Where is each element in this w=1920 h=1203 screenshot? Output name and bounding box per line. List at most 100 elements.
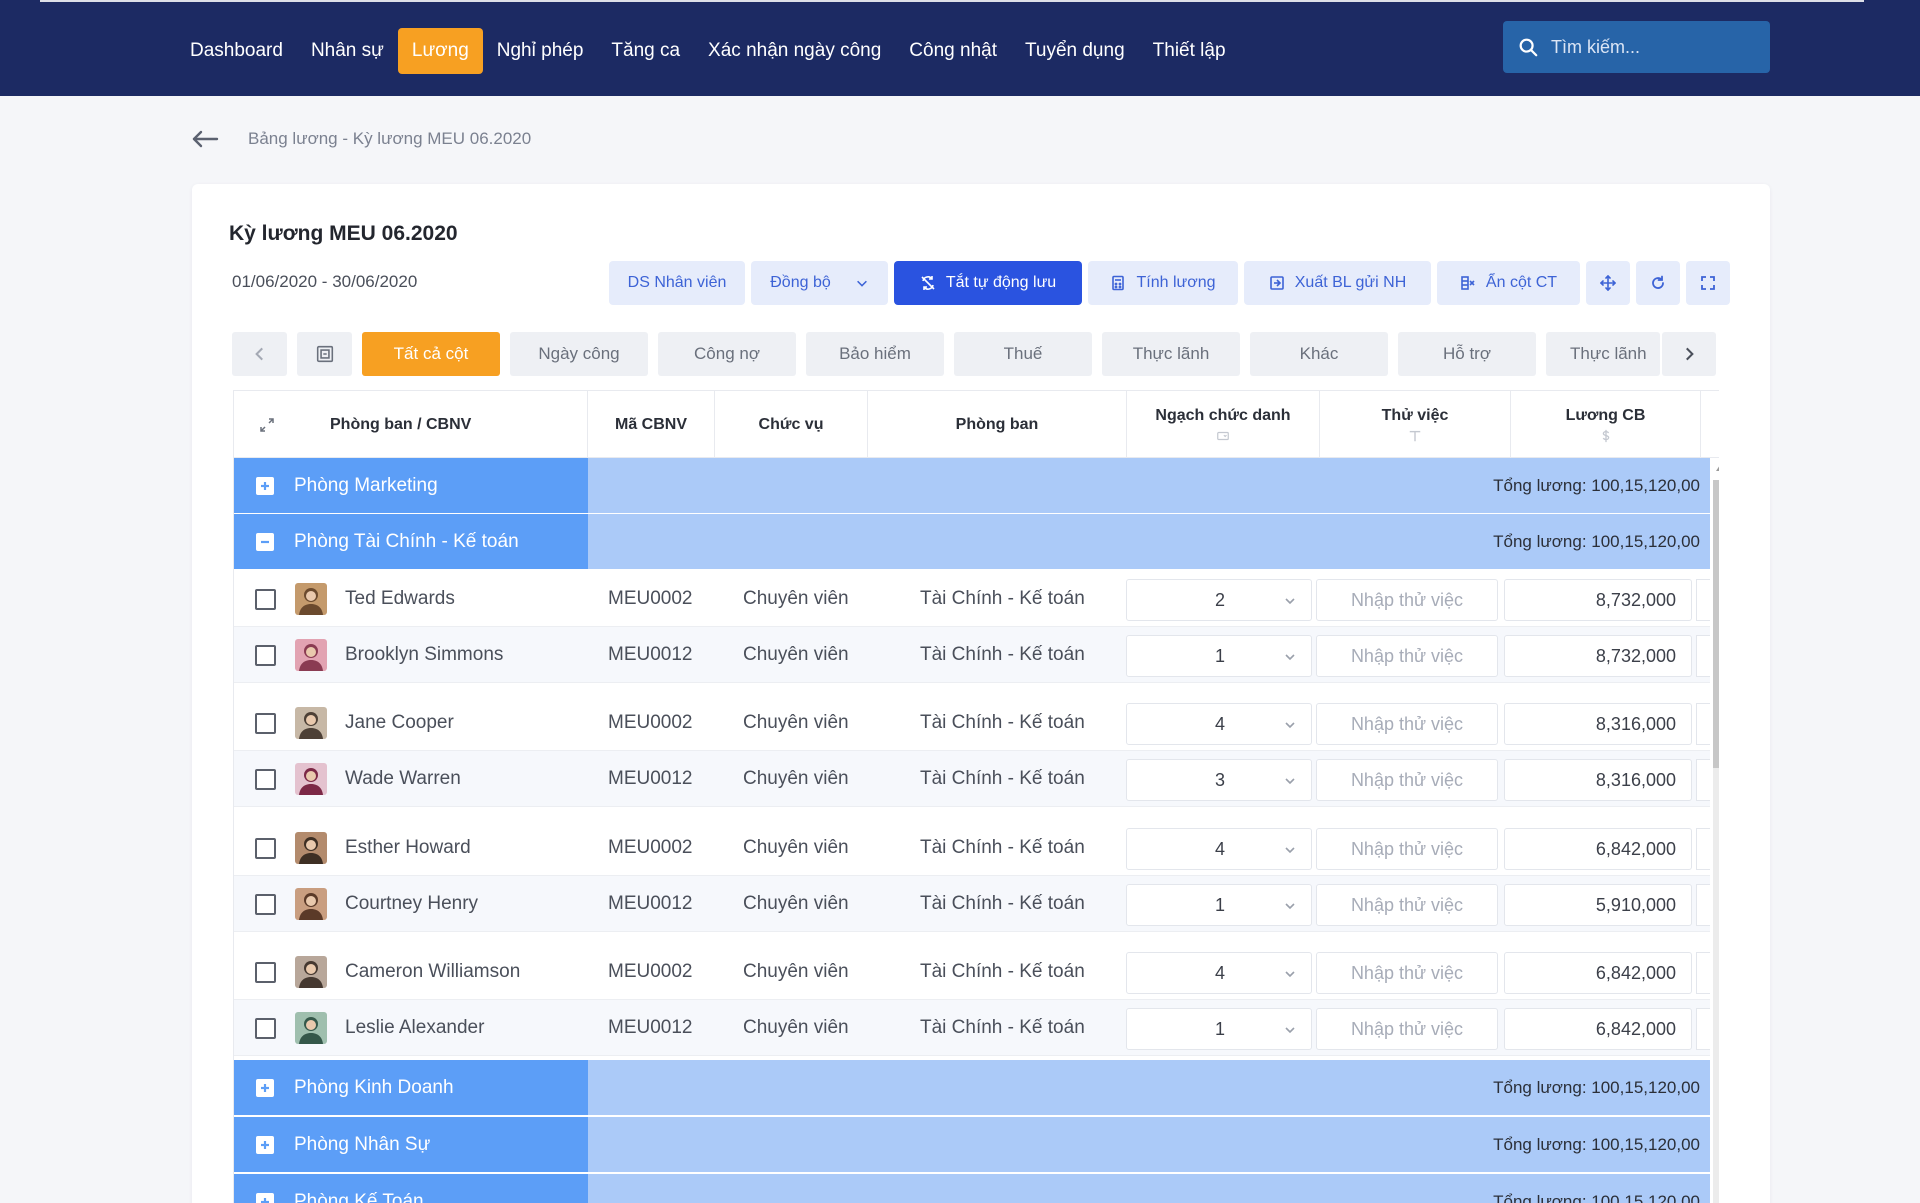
employee-list-button[interactable]: DS Nhân viên [609,261,745,305]
export-to-bank-button[interactable]: Xuất BL gửi NH [1244,261,1431,305]
refresh-button[interactable] [1636,261,1680,305]
column-tab[interactable]: Hỗ trợ [1398,332,1536,376]
probation-input[interactable] [1316,635,1498,677]
column-tab[interactable]: Ngày công [510,332,648,376]
sync-dropdown-button[interactable]: Đồng bộ [751,261,888,305]
base-salary-field[interactable]: 6,842,000 [1504,828,1692,870]
grade-select[interactable]: 3 [1126,759,1312,801]
employee-position: Chuyên viên [743,644,849,665]
grade-select[interactable]: 1 [1126,884,1312,926]
search-input[interactable] [1551,36,1751,58]
avatar [295,707,327,739]
scrollbar-thumb[interactable] [1713,480,1719,768]
grade-select[interactable]: 1 [1126,635,1312,677]
header-code: Mã CBNV [588,391,715,458]
vertical-scrollbar[interactable] [1710,458,1719,1203]
department-group-row[interactable]: Phòng Kế Toán Tổng lương: 100,15,120,00 [234,1174,1710,1203]
avatar [295,583,327,615]
move-button[interactable] [1586,261,1630,305]
base-salary-field[interactable]: 8,732,000 [1504,635,1692,677]
employee-code: MEU0012 [608,644,693,665]
department-group-row[interactable]: Phòng Tài Chính - Kế toán Tổng lương: 100… [234,514,1710,569]
probation-input[interactable] [1316,952,1498,994]
tabs-select-columns-button[interactable] [297,332,352,376]
expand-plus-icon[interactable] [255,1078,275,1098]
tabs-next-button[interactable] [1662,332,1716,376]
row-checkbox[interactable] [255,838,276,859]
employee-name: Jane Cooper [345,712,454,733]
expand-plus-icon[interactable] [255,1135,275,1155]
base-salary-field[interactable]: 8,316,000 [1504,759,1692,801]
column-tab[interactable]: Bảo hiểm [806,332,944,376]
row-checkbox[interactable] [255,962,276,983]
employee-department: Tài Chính - Kế toán [920,712,1085,733]
scroll-up-icon[interactable] [1715,464,1719,472]
column-tab[interactable]: Thực lãnh [1546,332,1660,376]
employee-list-label: DS Nhân viên [627,274,727,291]
grade-select[interactable]: 4 [1126,703,1312,745]
probation-input[interactable] [1316,828,1498,870]
probation-input[interactable] [1316,759,1498,801]
grade-select[interactable]: 2 [1126,579,1312,621]
department-total-salary: Tổng lương: 100,15,120,00 [1493,1078,1700,1097]
row-checkbox[interactable] [255,645,276,666]
collapse-minus-icon[interactable] [255,532,275,552]
column-tab[interactable]: Thuế [954,332,1092,376]
row-checkbox[interactable] [255,894,276,915]
table-row: Courtney Henry MEU0012 Chuyên viên Tài Chín… [234,876,1716,932]
department-group-toggle[interactable]: Phòng Tài Chính - Kế toán [234,514,588,569]
nav-item[interactable]: Thiết lập [1139,28,1240,74]
calculate-salary-button[interactable]: Tính lương [1088,261,1238,305]
avatar [295,1012,327,1044]
auto-save-label: Tắt tự động lưu [945,274,1057,291]
row-checkbox[interactable] [255,713,276,734]
auto-save-toggle-button[interactable]: Tắt tự động lưu [894,261,1082,305]
department-group-toggle[interactable]: Phòng Marketing [234,458,588,513]
nav-item[interactable]: Công nhật [895,28,1011,74]
grade-select[interactable]: 1 [1126,1008,1312,1050]
nav-item[interactable]: Tăng ca [597,28,694,74]
expand-plus-icon[interactable] [255,476,275,496]
search-box[interactable] [1503,21,1770,73]
base-salary-field[interactable]: 6,842,000 [1504,952,1692,994]
fullscreen-icon [1701,276,1715,290]
fullscreen-button[interactable] [1686,261,1730,305]
row-checkbox[interactable] [255,1018,276,1039]
hide-columns-label: Ẩn cột CT [1485,274,1558,291]
nav-item[interactable]: Xác nhận ngày công [694,28,895,74]
probation-input[interactable] [1316,1008,1498,1050]
base-salary-field[interactable]: 6,842,000 [1504,1008,1692,1050]
breadcrumb: Bảng lương - Kỳ lương MEU 06.2020 [190,124,531,154]
column-select-icon [316,345,333,363]
department-group-toggle[interactable]: Phòng Nhân Sự [234,1117,588,1172]
expand-all-icon[interactable] [259,417,275,433]
row-checkbox[interactable] [255,589,276,610]
nav-item[interactable]: Tuyển dụng [1011,28,1139,74]
base-salary-field[interactable]: 5,910,000 [1504,884,1692,926]
department-group-row[interactable]: Phòng Marketing Tổng lương: 100,15,120,00 [234,458,1710,513]
nav-item[interactable]: Nhân sự [297,28,398,74]
column-tab[interactable]: Khác [1250,332,1388,376]
department-group-toggle[interactable]: Phòng Kinh Doanh [234,1060,588,1115]
department-group-row[interactable]: Phòng Kinh Doanh Tổng lương: 100,15,120,0… [234,1060,1710,1115]
base-salary-field[interactable]: 8,732,000 [1504,579,1692,621]
tabs-prev-button[interactable] [232,332,287,376]
nav-item[interactable]: Nghỉ phép [483,28,598,74]
probation-input[interactable] [1316,884,1498,926]
nav-item[interactable]: Lương [397,28,483,74]
back-arrow-icon[interactable] [190,124,220,154]
expand-plus-icon[interactable] [255,1192,275,1203]
probation-input[interactable] [1316,703,1498,745]
department-group-toggle[interactable]: Phòng Kế Toán [234,1174,588,1203]
column-tab[interactable]: Công nợ [658,332,796,376]
probation-input[interactable] [1316,579,1498,621]
nav-item[interactable]: Dashboard [176,28,297,74]
department-group-row[interactable]: Phòng Nhân Sự Tổng lương: 100,15,120,00 [234,1117,1710,1172]
column-tab[interactable]: Tất cả cột [362,332,500,376]
column-tab[interactable]: Thực lãnh [1102,332,1240,376]
row-checkbox[interactable] [255,769,276,790]
base-salary-field[interactable]: 8,316,000 [1504,703,1692,745]
grade-select[interactable]: 4 [1126,828,1312,870]
grade-select[interactable]: 4 [1126,952,1312,994]
hide-columns-button[interactable]: Ẩn cột CT [1437,261,1580,305]
